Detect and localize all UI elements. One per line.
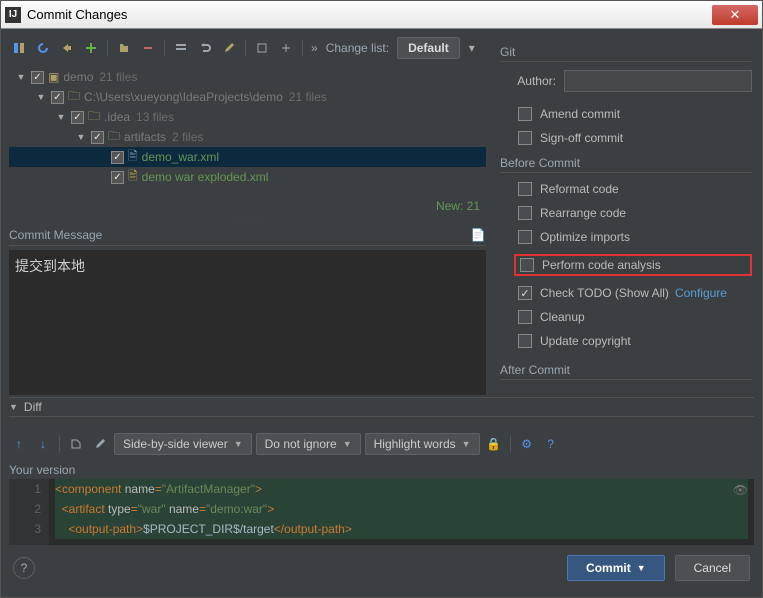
history-icon[interactable]: 📄 [470, 227, 486, 243]
author-input[interactable] [564, 70, 752, 92]
window-title: Commit Changes [27, 7, 712, 22]
checkbox[interactable]: ✓ [111, 151, 124, 164]
changes-tree: ▼ ✓ ▣ demo 21 files ▼ ✓ 🗀 C:\Users\xueyo… [9, 65, 486, 197]
before-commit-section-label: Before Commit [500, 154, 752, 173]
author-label: Author: [500, 74, 556, 88]
todo-checkbox[interactable]: ✓ [518, 286, 532, 300]
changes-toolbar: » Change list: Default ▾ [9, 35, 486, 65]
amend-label: Amend commit [540, 107, 620, 121]
lock-icon[interactable]: 🔒 [484, 434, 504, 454]
rollback-icon[interactable] [57, 38, 77, 58]
tree-node-count: 21 files [99, 70, 137, 84]
eye-icon[interactable]: 👁 [733, 483, 748, 497]
next-diff-icon[interactable]: ↓ [33, 434, 53, 454]
copyright-checkbox[interactable] [518, 334, 532, 348]
help-button[interactable]: ? [13, 557, 35, 579]
expand-icon[interactable] [252, 38, 272, 58]
tree-node-label[interactable]: .idea [104, 110, 130, 124]
changelist-button[interactable]: Default [397, 37, 460, 59]
tree-file-label[interactable]: demo_war.xml [142, 150, 219, 164]
close-button[interactable]: ✕ [712, 5, 758, 25]
signoff-label: Sign-off commit [540, 131, 623, 145]
copyright-label: Update copyright [540, 334, 631, 348]
reformat-checkbox[interactable] [518, 182, 532, 196]
cleanup-label: Cleanup [540, 310, 585, 324]
tree-node-count: 13 files [136, 110, 174, 124]
checkbox[interactable]: ✓ [111, 171, 124, 184]
diff-code-viewer[interactable]: 123 <component name="ArtifactManager"> <… [9, 479, 754, 545]
tree-toggle[interactable]: ▼ [35, 92, 47, 102]
analysis-label: Perform code analysis [542, 258, 661, 272]
edit-icon[interactable] [219, 38, 239, 58]
jump-icon[interactable] [66, 434, 86, 454]
tree-file-label[interactable]: demo war exploded.xml [142, 170, 269, 184]
group-icon[interactable] [171, 38, 191, 58]
show-diff-icon[interactable] [9, 38, 29, 58]
optimize-label: Optimize imports [540, 230, 630, 244]
changelist-label: Change list: [326, 41, 389, 55]
diff-section-label: Diff [24, 400, 42, 414]
prev-diff-icon[interactable]: ↑ [9, 434, 29, 454]
module-icon: ▣ [48, 70, 59, 84]
signoff-checkbox[interactable] [518, 131, 532, 145]
amend-checkbox[interactable] [518, 107, 532, 121]
splitter-handle[interactable]: · · · · [9, 417, 754, 427]
commit-button[interactable]: Commit▼ [567, 555, 665, 581]
optimize-checkbox[interactable] [518, 230, 532, 244]
checkbox[interactable]: ✓ [91, 131, 104, 144]
collapse-icon[interactable] [276, 38, 296, 58]
commit-message-label: Commit Message [9, 228, 102, 242]
new-changelist-icon[interactable] [81, 38, 101, 58]
tree-node-label[interactable]: C:\Users\xueyong\IdeaProjects\demo [84, 90, 283, 104]
folder-icon: 🗀 [88, 107, 100, 128]
tree-toggle[interactable]: ▼ [55, 112, 67, 122]
undo-icon[interactable] [195, 38, 215, 58]
folder-icon: 🗀 [68, 87, 80, 108]
tree-toggle[interactable]: ▼ [15, 72, 27, 82]
tree-node-label[interactable]: demo [63, 70, 93, 84]
cancel-button[interactable]: Cancel [675, 555, 750, 581]
file-icon: 🖹 [128, 167, 138, 188]
after-commit-section-label: After Commit [500, 361, 752, 380]
cleanup-checkbox[interactable] [518, 310, 532, 324]
ignore-dropdown[interactable]: Do not ignore▼ [256, 433, 361, 455]
tree-node-count: 21 files [289, 90, 327, 104]
viewer-mode-dropdown[interactable]: Side-by-side viewer▼ [114, 433, 252, 455]
checkbox[interactable]: ✓ [51, 91, 64, 104]
tree-node-count: 2 files [172, 130, 203, 144]
rearrange-label: Rearrange code [540, 206, 626, 220]
tree-toggle[interactable]: ▼ [75, 132, 87, 142]
tree-node-label[interactable]: artifacts [124, 130, 166, 144]
git-section-label: Git [500, 43, 752, 62]
version-label: Your version [9, 461, 754, 479]
refresh-icon[interactable] [33, 38, 53, 58]
help-icon[interactable]: ? [541, 434, 561, 454]
diff-toggle[interactable]: ▼ [9, 402, 18, 412]
changelist-dropdown-icon[interactable]: ▾ [464, 41, 480, 55]
new-files-count: New: 21 [9, 197, 486, 215]
splitter-handle[interactable]: · · · · [9, 215, 486, 225]
edit-source-icon[interactable] [90, 434, 110, 454]
delete-icon[interactable] [138, 38, 158, 58]
reformat-label: Reformat code [540, 182, 619, 196]
rearrange-checkbox[interactable] [518, 206, 532, 220]
move-icon[interactable] [114, 38, 134, 58]
highlight-dropdown[interactable]: Highlight words▼ [365, 433, 480, 455]
todo-label: Check TODO (Show All) [540, 286, 669, 300]
app-icon: IJ [5, 7, 21, 23]
file-icon: 🖹 [128, 147, 138, 168]
todo-configure-link[interactable]: Configure [675, 286, 727, 300]
commit-message-input[interactable] [9, 250, 486, 395]
checkbox[interactable]: ✓ [31, 71, 44, 84]
analysis-checkbox[interactable] [520, 258, 534, 272]
checkbox[interactable]: ✓ [71, 111, 84, 124]
folder-icon: 🗀 [108, 127, 120, 148]
settings-icon[interactable]: ⚙ [517, 434, 537, 454]
